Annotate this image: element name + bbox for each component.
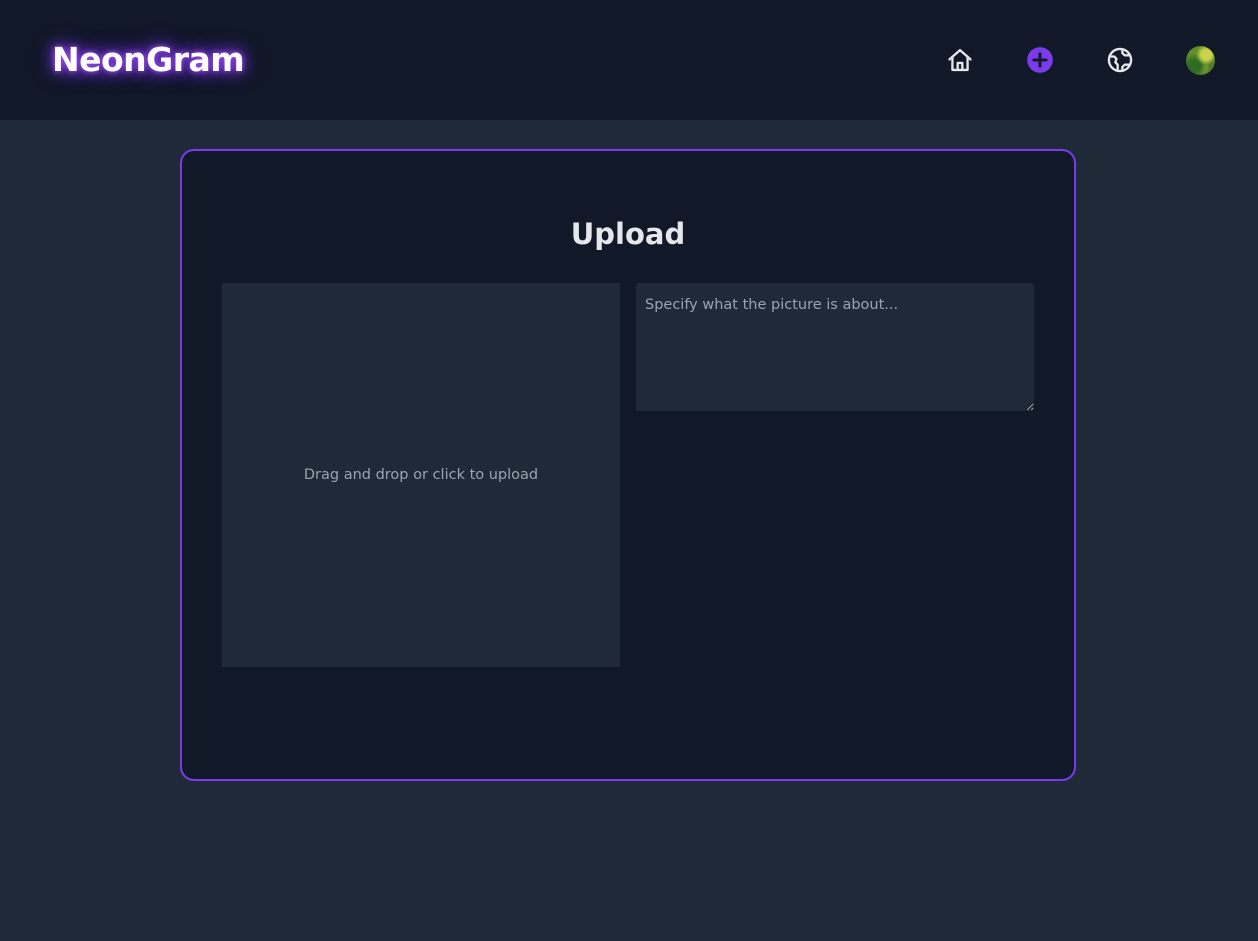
avatar xyxy=(1185,45,1215,75)
nav-upload-button[interactable] xyxy=(1024,44,1056,76)
upload-dropzone[interactable]: Drag and drop or click to upload xyxy=(222,283,620,667)
globe-icon xyxy=(1107,47,1133,73)
home-icon xyxy=(948,48,972,72)
page-title: Upload xyxy=(570,217,686,251)
nav-home-button[interactable] xyxy=(944,44,976,76)
dropzone-label: Drag and drop or click to upload xyxy=(303,467,539,483)
plus-circle-icon xyxy=(1027,47,1053,73)
nav-profile-button[interactable] xyxy=(1184,44,1216,76)
brand-logo[interactable]: NeonGram xyxy=(52,40,245,79)
nav-explore-button[interactable] xyxy=(1104,44,1136,76)
caption-input[interactable] xyxy=(636,283,1034,411)
upload-card: Upload Drag and drop or click to upload xyxy=(180,149,1076,781)
top-bar: NeonGram xyxy=(0,0,1258,120)
